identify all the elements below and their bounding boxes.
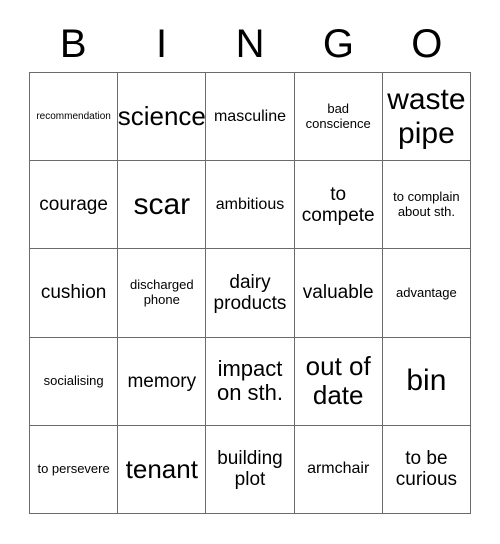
bingo-cell[interactable]: waste pipe: [382, 73, 471, 162]
bingo-cell[interactable]: armchair: [294, 425, 383, 514]
bingo-grid: recommendation science masculine bad con…: [29, 72, 471, 514]
header-letter-o: O: [411, 22, 443, 66]
header-letter-i: I: [156, 22, 168, 66]
bingo-cell[interactable]: to persevere: [30, 425, 119, 514]
bingo-cell[interactable]: to compete: [294, 161, 383, 250]
bingo-cell[interactable]: scar: [118, 161, 207, 250]
bingo-cell[interactable]: building plot: [206, 425, 295, 514]
bingo-cell[interactable]: courage: [30, 161, 119, 250]
bingo-cell[interactable]: valuable: [294, 249, 383, 338]
bingo-cell[interactable]: discharged phone: [118, 249, 207, 338]
bingo-cell[interactable]: out of date: [294, 337, 383, 426]
bingo-cell[interactable]: impact on sth.: [206, 337, 295, 426]
bingo-card: B I N G O recommendation science masculi…: [0, 0, 500, 544]
bingo-cell[interactable]: to complain about sth.: [382, 161, 471, 250]
bingo-header: B I N G O: [29, 18, 471, 70]
bingo-cell[interactable]: to be curious: [382, 425, 471, 514]
bingo-cell[interactable]: masculine: [206, 73, 295, 162]
bingo-cell[interactable]: bad conscience: [294, 73, 383, 162]
bingo-cell[interactable]: bin: [382, 337, 471, 426]
bingo-cell[interactable]: advantage: [382, 249, 471, 338]
bingo-cell[interactable]: recommendation: [30, 73, 119, 162]
bingo-cell[interactable]: memory: [118, 337, 207, 426]
header-letter-b: B: [59, 22, 87, 66]
header-letter-n: N: [235, 22, 265, 66]
header-letter-g: G: [322, 22, 354, 66]
bingo-cell[interactable]: tenant: [118, 425, 207, 514]
bingo-cell[interactable]: cushion: [30, 249, 119, 338]
bingo-cell[interactable]: ambitious: [206, 161, 295, 250]
bingo-cell[interactable]: science: [118, 73, 207, 162]
bingo-cell[interactable]: socialising: [30, 337, 119, 426]
bingo-cell[interactable]: dairy products: [206, 249, 295, 338]
